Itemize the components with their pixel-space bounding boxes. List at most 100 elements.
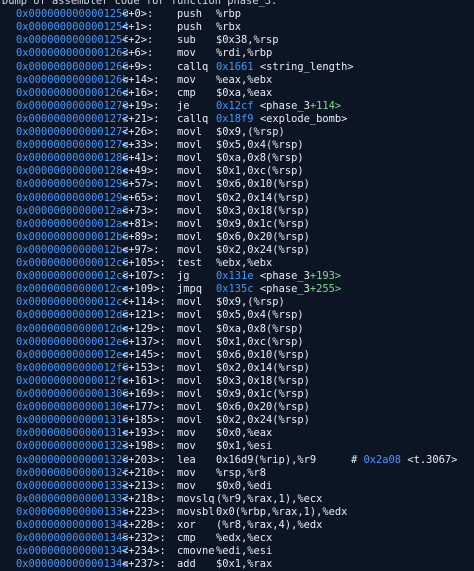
instruction-mnemonic: movl xyxy=(177,204,203,217)
instruction-operands: $0x2,0x24(%rsp) xyxy=(216,414,310,427)
disasm-line: 0x000000000000129e <+65>: movl $0x2,0x14(%r… xyxy=(0,192,474,205)
instruction-offset: <+81>: xyxy=(122,217,160,230)
instruction-mnemonic: movl xyxy=(177,243,203,256)
instruction-comment: # 0x2a08 <t.3067> xyxy=(351,454,457,467)
branch-target-address: 0x135c xyxy=(216,283,254,296)
instruction-mnemonic: movl xyxy=(177,414,203,427)
instruction-mnemonic: movl xyxy=(177,401,203,414)
instruction-mnemonic: movl xyxy=(177,348,203,361)
disasm-line: 0x00000000000012d6 <+121>: movl $0x5,0x4(%r… xyxy=(0,309,474,322)
disasm-line: 0x00000000000012f6 <+153>: movl $0x2,0x14(%… xyxy=(0,362,474,375)
disasm-line: 0x00000000000012cf <+114>: movl $0x9,(%rsp) xyxy=(0,296,474,309)
instruction-offset: <+57>: xyxy=(122,178,160,191)
instruction-offset: <+193>: xyxy=(122,427,166,440)
branch-target-address: 0x1661 xyxy=(216,60,254,73)
instruction-address: 0x000000000000127e xyxy=(16,139,129,152)
instruction-offset: <+41>: xyxy=(122,152,160,165)
instruction-address: 0x00000000000012e6 xyxy=(16,335,129,348)
instruction-operands: %edi,%esi xyxy=(216,545,273,558)
instruction-address: 0x000000000000125f xyxy=(16,34,129,47)
disassembly-header: Dump of assembler code for function phas… xyxy=(2,0,278,7)
instruction-offset: <+169>: xyxy=(122,388,166,400)
instruction-mnemonic: movl xyxy=(177,165,203,178)
instruction-mnemonic: mov xyxy=(177,73,196,86)
instruction-offset: <+153>: xyxy=(122,361,166,374)
instruction-address: 0x0000000000001296 xyxy=(16,178,129,191)
instruction-offset: <+9>: xyxy=(122,60,154,73)
instruction-mnemonic: movl xyxy=(177,374,203,387)
instruction-mnemonic: callq xyxy=(177,112,209,125)
instruction-address: 0x0000000000001277 xyxy=(16,126,129,138)
instruction-mnemonic: movl xyxy=(177,361,203,374)
branch-target-address: 0x131e xyxy=(216,270,254,283)
instruction-address: 0x00000000000012ae xyxy=(16,217,129,230)
instruction-offset: <+129>: xyxy=(122,322,166,335)
instruction-offset: <+145>: xyxy=(122,348,166,361)
instruction-operands: $0xa,0x8(%rsp) xyxy=(216,152,304,165)
disasm-line: 0x000000000000133b <+223>: movsbl 0x0(%rbp,… xyxy=(0,506,474,519)
instruction-operands: 0x131e <phase_3+193> xyxy=(216,270,341,283)
instruction-address: 0x0000000000001263 xyxy=(16,47,129,60)
disasm-line: 0x00000000000012e6 <+137>: movl $0x1,0xc(%r… xyxy=(0,336,474,349)
instruction-address: 0x00000000000012de xyxy=(16,322,129,335)
instruction-address: 0x000000000000129e xyxy=(16,191,129,204)
disasm-line: 0x00000000000012ca <+109>: jmpq 0x135c <pha… xyxy=(0,283,474,296)
instruction-mnemonic: jg xyxy=(177,270,190,283)
comment-symbol: <t.3067> xyxy=(407,453,458,466)
instruction-operands: 0x0(%rbp,%rax,1),%edx xyxy=(216,505,348,518)
disasm-line: 0x0000000000001266 <+9>: callq 0x1661 <stri… xyxy=(0,61,474,74)
instruction-address: 0x0000000000001328 xyxy=(16,453,129,466)
instruction-mnemonic: mov xyxy=(177,479,196,492)
instruction-offset: <+121>: xyxy=(122,309,166,322)
disasm-line: 0x0000000000001286 <+41>: movl $0xa,0x8(%rs… xyxy=(0,152,474,165)
instruction-mnemonic: jmpq xyxy=(177,283,203,296)
instruction-offset: <+107>: xyxy=(122,270,166,283)
disasm-line: 0x0000000000001345 <+232>: cmp %edx,%ecx xyxy=(0,532,474,545)
instruction-address: 0x0000000000001272 xyxy=(16,112,129,125)
instruction-address: 0x00000000000012c6 xyxy=(16,257,129,269)
instruction-mnemonic: movl xyxy=(177,152,203,165)
disasm-line: 0x000000000000126b <+14>: mov %eax,%ebx xyxy=(0,74,474,87)
instruction-offset: <+137>: xyxy=(122,335,166,348)
instruction-operands: $0x0,%eax xyxy=(216,427,273,440)
instruction-address: 0x000000000000132f xyxy=(16,466,129,479)
instruction-operands: $0x3,0x18(%rsp) xyxy=(216,204,310,217)
disasm-line: 0x000000000000132f <+210>: mov %rsp,%r8 xyxy=(0,467,474,480)
instruction-address: 0x00000000000012ca xyxy=(16,283,129,296)
instruction-operands: $0x6,0x20(%rsp) xyxy=(216,401,310,414)
instruction-offset: <+26>: xyxy=(122,126,160,138)
instruction-offset: <+185>: xyxy=(122,414,166,427)
instruction-mnemonic: cmovne xyxy=(177,545,215,558)
instruction-address: 0x00000000000012fe xyxy=(16,374,129,387)
instruction-mnemonic: push xyxy=(177,21,203,34)
instruction-address: 0x000000000000131e xyxy=(16,427,129,440)
instruction-address: 0x0000000000001254 xyxy=(16,21,129,34)
instruction-offset: <+19>: xyxy=(122,99,160,112)
branch-target-symbol: <phase_3 xyxy=(259,283,310,296)
instruction-operands: $0x6,0x10(%rsp) xyxy=(216,348,310,361)
instruction-offset: <+213>: xyxy=(122,479,166,492)
instruction-mnemonic: movl xyxy=(177,388,203,400)
instruction-operands: %rbx xyxy=(216,21,242,34)
instruction-address: 0x000000000000128e xyxy=(16,165,129,178)
instruction-operands: $0x1,0xc(%rsp) xyxy=(216,165,304,178)
instruction-operands: %rsp,%r8 xyxy=(216,466,267,479)
instruction-mnemonic: mov xyxy=(177,440,196,453)
disasm-line: 0x0000000000001277 <+26>: movl $0x9,(%rsp) xyxy=(0,126,474,139)
instruction-operands: $0x6,0x10(%rsp) xyxy=(216,178,310,191)
instruction-mnemonic: push xyxy=(177,8,203,21)
instruction-operands: 0x1661 <string_length> xyxy=(216,61,354,74)
instruction-offset: <+49>: xyxy=(122,165,160,178)
disasm-line: 0x0000000000001250 <+0>: push %rbp xyxy=(0,8,474,21)
disasm-line: 0x00000000000012fe <+161>: movl $0x3,0x18(%… xyxy=(0,375,474,388)
disasm-line: 0x00000000000012b6 <+89>: movl $0x6,0x20(%r… xyxy=(0,231,474,244)
disasm-line: 0x0000000000001270 <+19>: je 0x12cf <phase_… xyxy=(0,100,474,113)
instruction-address: 0x000000000000126b xyxy=(16,73,129,86)
instruction-operands: %ebx,%ebx xyxy=(216,257,273,269)
instruction-offset: <+232>: xyxy=(122,532,166,545)
instruction-address: 0x0000000000001345 xyxy=(16,532,129,545)
instruction-operands: $0x9,0x1c(%rsp) xyxy=(216,388,310,400)
instruction-address: 0x0000000000001316 xyxy=(16,414,129,427)
instruction-address: 0x0000000000001341 xyxy=(16,519,129,531)
instruction-offset: <+89>: xyxy=(122,230,160,243)
